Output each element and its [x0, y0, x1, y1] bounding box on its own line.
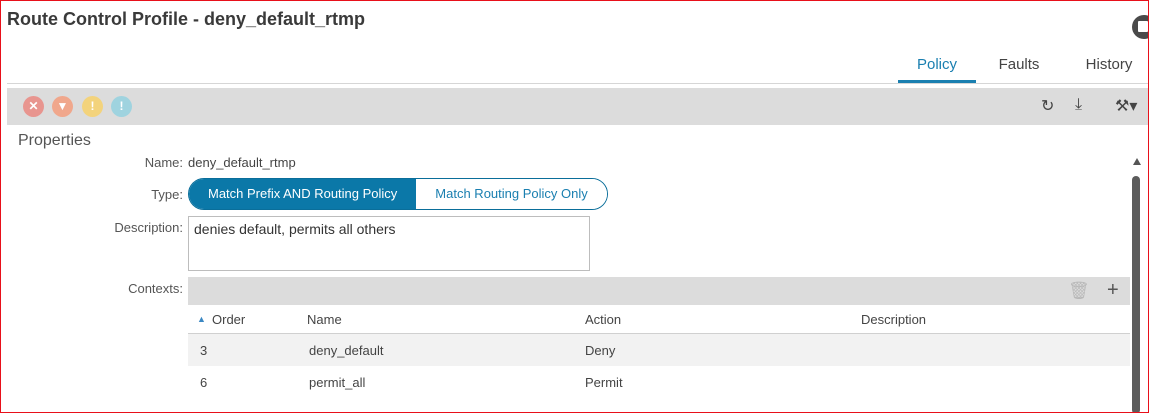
- tools-icon[interactable]: ⚒▾: [1115, 96, 1137, 116]
- contexts-table-header: ▲ Order Name Action Description: [188, 306, 1130, 334]
- name-label: Name:: [144, 155, 183, 170]
- properties-heading: Properties: [18, 132, 91, 149]
- row-order: 6: [200, 375, 208, 390]
- tab-history[interactable]: History: [1078, 56, 1140, 83]
- major-fault-icon[interactable]: ▼: [52, 96, 73, 117]
- trash-icon[interactable]: 🗑: [1068, 281, 1090, 301]
- contexts-label: Contexts:: [128, 281, 183, 296]
- column-action[interactable]: Action: [585, 312, 621, 327]
- row-action: Deny: [585, 343, 616, 358]
- tab-policy[interactable]: Policy: [898, 56, 976, 83]
- column-order[interactable]: Order: [212, 312, 245, 327]
- sort-ascending-icon[interactable]: ▲: [197, 314, 206, 324]
- refresh-icon[interactable]: ↻: [1041, 96, 1054, 116]
- warning-fault-icon[interactable]: !: [111, 96, 132, 117]
- row-action: Permit: [585, 375, 623, 390]
- pin-icon[interactable]: [1132, 15, 1148, 39]
- critical-fault-icon[interactable]: ✕: [23, 96, 44, 117]
- table-row[interactable]: 6 permit_all Permit: [188, 366, 1130, 398]
- description-label: Description:: [114, 220, 183, 235]
- download-icon[interactable]: ⤓: [1075, 96, 1082, 114]
- add-icon[interactable]: +: [1107, 279, 1119, 302]
- window-frame: Route Control Profile - deny_default_rtm…: [0, 0, 1149, 413]
- column-description[interactable]: Description: [861, 312, 926, 327]
- row-name: deny_default: [309, 343, 384, 358]
- type-option-match-routing-policy-only[interactable]: Match Routing Policy Only: [416, 179, 607, 209]
- toolbar: ✕ ▼ ! ! ↻ ⤓ ⚒▾: [7, 88, 1148, 125]
- tab-divider: [7, 83, 1148, 84]
- type-toggle: Match Prefix AND Routing Policy Match Ro…: [188, 178, 608, 210]
- type-label: Type:: [151, 187, 183, 202]
- description-field[interactable]: denies default, permits all others: [188, 216, 590, 271]
- vertical-scrollbar[interactable]: [1132, 176, 1140, 412]
- row-order: 3: [200, 343, 208, 358]
- scroll-up-arrow-icon[interactable]: [1133, 158, 1141, 165]
- table-row[interactable]: 3 deny_default Deny: [188, 334, 1130, 366]
- row-name: permit_all: [309, 375, 366, 390]
- type-option-match-prefix-and-routing-policy[interactable]: Match Prefix AND Routing Policy: [189, 179, 417, 209]
- tab-bar: Policy Faults History: [1, 56, 1148, 84]
- tab-faults[interactable]: Faults: [991, 56, 1047, 83]
- name-value: deny_default_rtmp: [188, 155, 296, 170]
- contexts-toolbar: 🗑 +: [188, 277, 1130, 305]
- minor-fault-icon[interactable]: !: [82, 96, 103, 117]
- column-name[interactable]: Name: [307, 312, 342, 327]
- page-title: Route Control Profile - deny_default_rtm…: [7, 9, 366, 29]
